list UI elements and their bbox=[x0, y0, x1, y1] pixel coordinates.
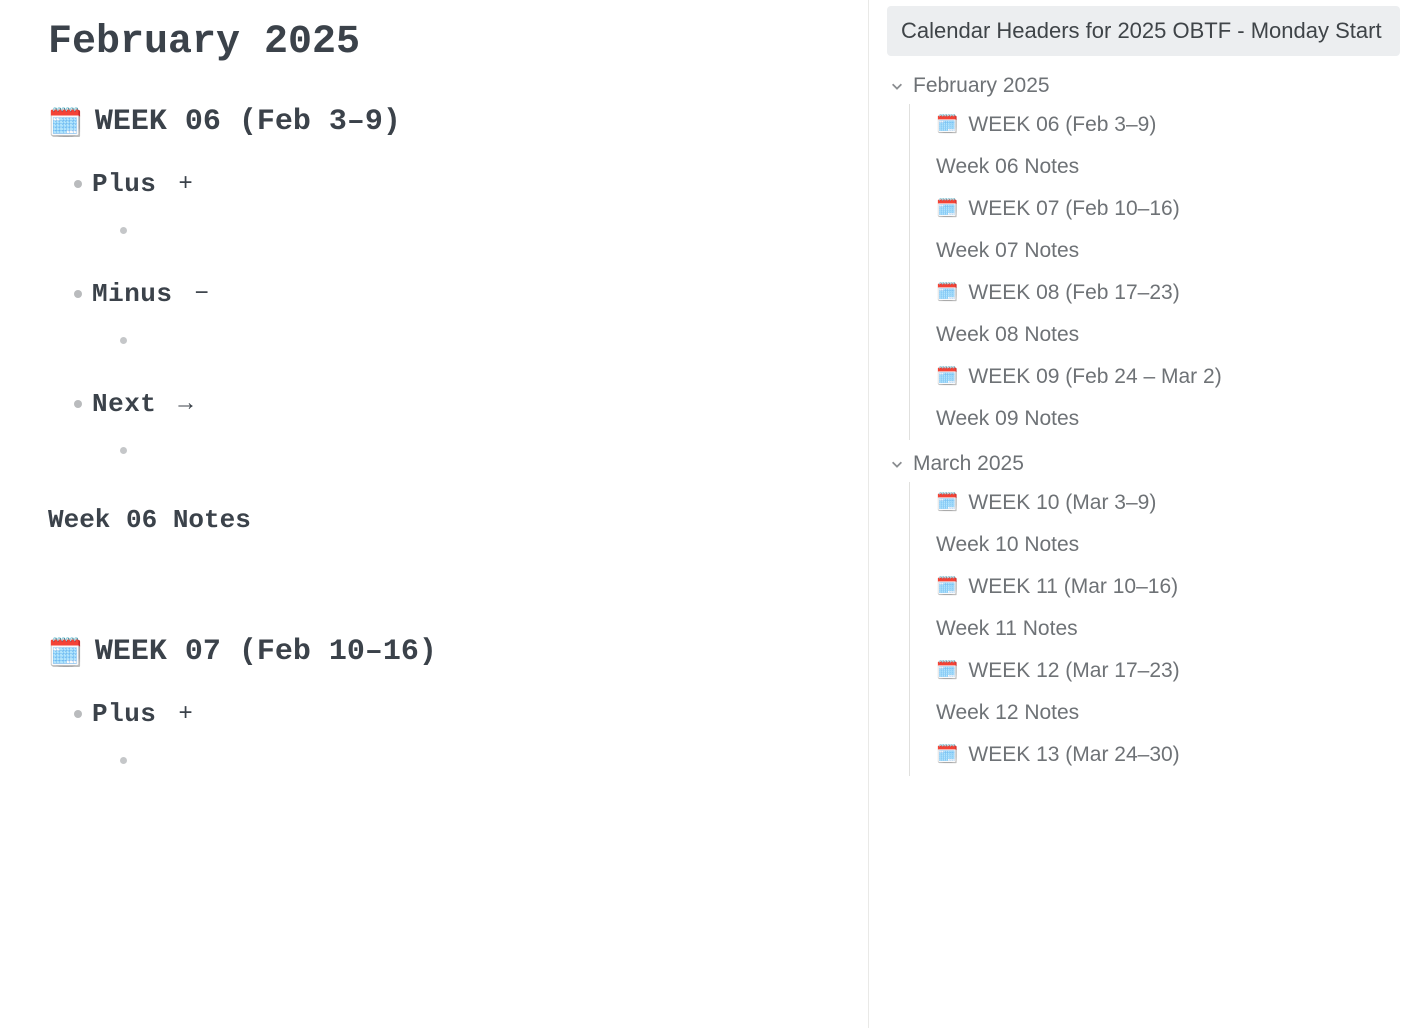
bullet-icon bbox=[120, 227, 127, 234]
bullet-icon bbox=[74, 180, 82, 188]
item-label: Plus bbox=[92, 699, 156, 729]
week-heading: WEEK 06 (Feb 3–9) bbox=[95, 105, 401, 139]
calendar-icon: 🗓️ bbox=[936, 744, 958, 765]
week-heading-row: 🗓️ WEEK 07 (Feb 10–16) bbox=[48, 635, 820, 669]
bullet-icon bbox=[120, 757, 127, 764]
item-symbol: + bbox=[178, 171, 192, 198]
week-heading-row: 🗓️ WEEK 06 (Feb 3–9) bbox=[48, 105, 820, 139]
toc-link[interactable]: 🗓️ WEEK 08 (Feb 17–23) bbox=[936, 272, 1400, 314]
calendar-icon: 🗓️ bbox=[936, 576, 958, 597]
toc-link-label: Week 09 Notes bbox=[936, 407, 1079, 431]
toc-items: 🗓️ WEEK 06 (Feb 3–9) Week 06 Notes 🗓️ WEEK… bbox=[909, 104, 1400, 440]
chevron-down-icon bbox=[889, 456, 905, 472]
toc-link[interactable]: 🗓️ WEEK 12 (Mar 17–23) bbox=[936, 650, 1400, 692]
bullet-icon bbox=[74, 710, 82, 718]
toc-link[interactable]: Week 11 Notes bbox=[936, 608, 1400, 650]
calendar-icon: 🗓️ bbox=[48, 106, 83, 139]
calendar-icon: 🗓️ bbox=[936, 492, 958, 513]
toc-link-label: WEEK 11 (Mar 10–16) bbox=[968, 575, 1178, 599]
list-item[interactable]: Minus − bbox=[74, 279, 820, 349]
calendar-icon: 🗓️ bbox=[936, 282, 958, 303]
calendar-icon: 🗓️ bbox=[936, 660, 958, 681]
toc-link-label: WEEK 12 (Mar 17–23) bbox=[968, 659, 1179, 683]
toc-link[interactable]: Week 08 Notes bbox=[936, 314, 1400, 356]
month-heading: February 2025 bbox=[48, 20, 820, 65]
toc-section-label: March 2025 bbox=[913, 452, 1024, 476]
item-label: Next bbox=[92, 389, 156, 419]
item-symbol: + bbox=[178, 701, 192, 728]
calendar-icon: 🗓️ bbox=[936, 114, 958, 135]
list-item[interactable]: Plus + bbox=[74, 699, 820, 769]
toc-link-label: WEEK 13 (Mar 24–30) bbox=[968, 743, 1179, 767]
toc-link-label: WEEK 10 (Mar 3–9) bbox=[968, 491, 1156, 515]
toc-link-label: WEEK 09 (Feb 24 – Mar 2) bbox=[968, 365, 1221, 389]
sub-list[interactable] bbox=[120, 221, 820, 239]
toc-link[interactable]: 🗓️ WEEK 10 (Mar 3–9) bbox=[936, 482, 1400, 524]
notes-heading: Week 06 Notes bbox=[48, 505, 820, 535]
calendar-icon: 🗓️ bbox=[936, 198, 958, 219]
item-symbol: − bbox=[195, 281, 209, 308]
bullet-icon bbox=[120, 337, 127, 344]
toc-link-label: Week 08 Notes bbox=[936, 323, 1079, 347]
toc-link[interactable]: Week 06 Notes bbox=[936, 146, 1400, 188]
toc-section: March 2025 🗓️ WEEK 10 (Mar 3–9) Week 10 N… bbox=[887, 446, 1400, 776]
toc-link[interactable]: 🗓️ WEEK 11 (Mar 10–16) bbox=[936, 566, 1400, 608]
toc-link-label: WEEK 07 (Feb 10–16) bbox=[968, 197, 1179, 221]
toc-link[interactable]: Week 12 Notes bbox=[936, 692, 1400, 734]
calendar-icon: 🗓️ bbox=[48, 636, 83, 669]
toc-title[interactable]: Calendar Headers for 2025 OBTF - Monday … bbox=[887, 6, 1400, 56]
sub-list[interactable] bbox=[120, 751, 820, 769]
list-item[interactable]: Next → bbox=[74, 389, 820, 459]
item-label: Minus bbox=[92, 279, 173, 309]
toc-link-label: Week 07 Notes bbox=[936, 239, 1079, 263]
toc-link[interactable]: 🗓️ WEEK 09 (Feb 24 – Mar 2) bbox=[936, 356, 1400, 398]
toc-link-label: Week 12 Notes bbox=[936, 701, 1079, 725]
toc-link[interactable]: Week 07 Notes bbox=[936, 230, 1400, 272]
week-item-list: Plus + Minus − Next → bbox=[74, 169, 820, 459]
toc-link[interactable]: 🗓️ WEEK 07 (Feb 10–16) bbox=[936, 188, 1400, 230]
calendar-icon: 🗓️ bbox=[936, 366, 958, 387]
toc-link[interactable]: 🗓️ WEEK 06 (Feb 3–9) bbox=[936, 104, 1400, 146]
toc-link-label: WEEK 06 (Feb 3–9) bbox=[968, 113, 1156, 137]
sub-list[interactable] bbox=[120, 441, 820, 459]
sub-list[interactable] bbox=[120, 331, 820, 349]
chevron-down-icon bbox=[889, 78, 905, 94]
outline-sidebar[interactable]: Calendar Headers for 2025 OBTF - Monday … bbox=[868, 0, 1418, 1028]
toc-items: 🗓️ WEEK 10 (Mar 3–9) Week 10 Notes 🗓️ WEEK… bbox=[909, 482, 1400, 776]
toc-section-toggle[interactable]: February 2025 bbox=[887, 68, 1400, 104]
toc-link-label: Week 06 Notes bbox=[936, 155, 1079, 179]
toc-link[interactable]: Week 09 Notes bbox=[936, 398, 1400, 440]
item-label: Plus bbox=[92, 169, 156, 199]
week-heading: WEEK 07 (Feb 10–16) bbox=[95, 635, 437, 669]
list-item[interactable]: Plus + bbox=[74, 169, 820, 239]
toc-section-toggle[interactable]: March 2025 bbox=[887, 446, 1400, 482]
bullet-icon bbox=[74, 400, 82, 408]
week-item-list: Plus + bbox=[74, 699, 820, 769]
toc-link[interactable]: Week 10 Notes bbox=[936, 524, 1400, 566]
bullet-icon bbox=[74, 290, 82, 298]
toc-section-label: February 2025 bbox=[913, 74, 1050, 98]
toc-link-label: WEEK 08 (Feb 17–23) bbox=[968, 281, 1179, 305]
editor-main[interactable]: February 2025 🗓️ WEEK 06 (Feb 3–9) Plus … bbox=[0, 0, 868, 1028]
toc-link-label: Week 11 Notes bbox=[936, 617, 1078, 641]
toc-link-label: Week 10 Notes bbox=[936, 533, 1079, 557]
toc-link[interactable]: 🗓️ WEEK 13 (Mar 24–30) bbox=[936, 734, 1400, 776]
bullet-icon bbox=[120, 447, 127, 454]
toc-section: February 2025 🗓️ WEEK 06 (Feb 3–9) Week 0… bbox=[887, 68, 1400, 440]
item-symbol: → bbox=[178, 391, 192, 418]
